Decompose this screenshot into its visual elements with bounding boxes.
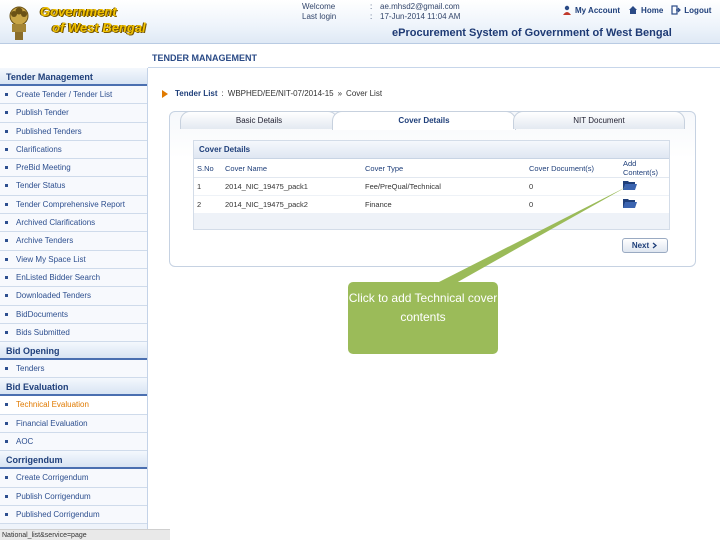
section-title: TENDER MANAGEMENT — [152, 53, 257, 63]
sidebar-item[interactable]: BidDocuments — [0, 305, 147, 324]
govt-logo-text: Government of West Bengal — [40, 4, 146, 35]
sidebar-item[interactable]: Publish Tender — [0, 104, 147, 123]
next-button-label: Next — [631, 241, 650, 250]
sidebar-item[interactable]: Create Corrigendum — [0, 469, 147, 488]
table-header-row: S.No Cover Name Cover Type Cover Documen… — [194, 159, 669, 178]
section-bar: TENDER MANAGEMENT — [148, 50, 720, 68]
sidebar: Tender Management Create Tender / Tender … — [0, 68, 148, 540]
instruction-callout: Click to add Technical cover contents — [348, 282, 498, 354]
sidebar-group-header[interactable]: Bid Opening — [0, 342, 147, 361]
sidebar-item[interactable]: Technical Evaluation — [0, 396, 147, 415]
user-icon — [563, 5, 571, 15]
cover-details-box: Cover Details S.No Cover Name Cover Type… — [193, 140, 670, 230]
cell-add-content — [620, 177, 669, 196]
table-row: 2 2014_NIC_19475_pack2 Finance 0 — [194, 195, 669, 214]
sidebar-item[interactable]: AOC — [0, 433, 147, 452]
sidebar-group-header[interactable]: Corrigendum — [0, 451, 147, 470]
sidebar-item[interactable]: Financial Evaluation — [0, 414, 147, 434]
cell-cover-name: 2014_NIC_19475_pack2 — [222, 195, 362, 214]
sidebar-item[interactable]: Tenders — [0, 360, 147, 379]
page-header: Government of West Bengal Welcome: ae.mhs… — [0, 0, 720, 44]
breadcrumb-sep: » — [337, 89, 343, 98]
sidebar-item[interactable]: Create Tender / Tender List — [0, 86, 147, 105]
cell-cover-docs: 0 — [526, 177, 620, 196]
sidebar-item[interactable]: Published Tenders — [0, 122, 147, 141]
cell-add-content — [620, 195, 669, 214]
sidebar-item[interactable]: Tender Comprehensive Report — [0, 195, 147, 215]
user-info: Welcome: ae.mhsd2@gmail.com Last login:17… — [302, 2, 461, 21]
cell-cover-docs: 0 — [526, 195, 620, 214]
open-folder-icon[interactable] — [623, 198, 637, 209]
table-footer — [194, 213, 669, 229]
cell-cover-type: Fee/PreQual/Technical — [362, 177, 526, 196]
status-bar: National_list&service=page — [0, 529, 170, 540]
logout-icon — [671, 5, 682, 15]
cell-cover-type: Finance — [362, 195, 526, 214]
tab-nit-document[interactable]: NIT Document — [513, 111, 685, 129]
tab-basic-details[interactable]: Basic Details — [180, 111, 338, 129]
breadcrumb-cover-list: Cover List — [346, 89, 383, 98]
breadcrumb-sep: : — [221, 89, 224, 98]
sidebar-group-header[interactable]: Tender Management — [0, 68, 147, 86]
sidebar-item[interactable]: PreBid Meeting — [0, 159, 147, 178]
sidebar-item[interactable]: Downloaded Tenders — [0, 287, 147, 306]
sidebar-item[interactable]: Tender Status — [0, 177, 147, 196]
sidebar-item[interactable]: Archive Tenders — [0, 232, 147, 251]
my-account-link[interactable]: My Account — [562, 5, 620, 15]
home-icon — [629, 6, 638, 14]
cover-details-title: Cover Details — [194, 141, 669, 159]
cover-table: S.No Cover Name Cover Type Cover Documen… — [194, 159, 669, 214]
home-link[interactable]: Home — [628, 5, 663, 15]
logout-link[interactable]: Logout — [671, 5, 711, 15]
open-folder-icon[interactable] — [623, 180, 637, 191]
breadcrumb-arrow-icon — [162, 89, 168, 98]
system-title: eProcurement System of Government of Wes… — [392, 27, 672, 39]
tab-cover-details[interactable]: Cover Details — [332, 111, 516, 130]
top-links: My Account Home Logout — [562, 5, 711, 15]
tab-bar: Basic Details Cover Details NIT Document — [180, 111, 685, 130]
cell-cover-name: 2014_NIC_19475_pack1 — [222, 177, 362, 196]
sidebar-group-header[interactable]: Bid Evaluation — [0, 378, 147, 397]
col-cover-type: Cover Type — [362, 159, 526, 178]
sidebar-item[interactable]: Published Corrigendum — [0, 505, 147, 525]
sidebar-item[interactable]: Clarifications — [0, 140, 147, 160]
cell-sno: 2 — [194, 195, 222, 214]
sidebar-item[interactable]: Bids Submitted — [0, 323, 147, 343]
col-cover-docs: Cover Document(s) — [526, 159, 620, 178]
chevron-right-icon — [652, 242, 658, 249]
sidebar-item[interactable]: Archived Clarifications — [0, 214, 147, 233]
col-sno: S.No — [194, 159, 222, 178]
sidebar-item[interactable]: Publish Corrigendum — [0, 487, 147, 506]
breadcrumb: Tender List : WBPHED/EE/NIT-07/2014-15 »… — [162, 89, 382, 98]
breadcrumb-tender-list[interactable]: Tender List — [175, 89, 218, 98]
next-button[interactable]: Next — [622, 238, 668, 253]
state-emblem-icon — [9, 6, 29, 40]
table-row: 1 2014_NIC_19475_pack1 Fee/PreQual/Techn… — [194, 177, 669, 196]
breadcrumb-tender-id: WBPHED/EE/NIT-07/2014-15 — [227, 89, 334, 98]
last-login-time: 17-Jun-2014 11:04 AM — [380, 12, 461, 21]
col-cover-name: Cover Name — [222, 159, 362, 178]
col-add-content: Add Content(s) — [620, 159, 669, 178]
user-email: ae.mhsd2@gmail.com — [380, 2, 460, 11]
sidebar-item[interactable]: View My Space List — [0, 250, 147, 269]
sidebar-item[interactable]: EnListed Bidder Search — [0, 268, 147, 288]
cell-sno: 1 — [194, 177, 222, 196]
